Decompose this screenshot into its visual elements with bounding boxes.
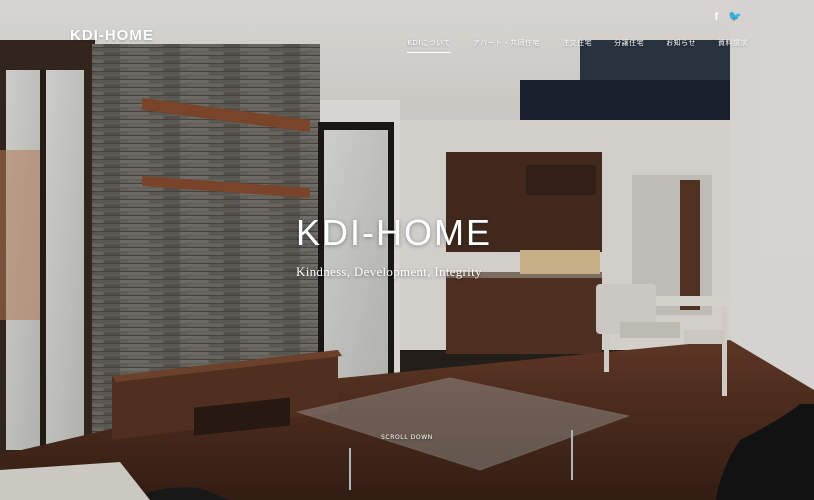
nav-link-apartment[interactable]: アパート・共同住宅 <box>473 38 540 52</box>
nav-item-about: KDIについて <box>407 30 451 53</box>
nav-item-apartment: アパート・共同住宅 <box>473 30 540 53</box>
nav-item-brochure: 資料請求 <box>718 30 748 53</box>
nav-link-for-sale[interactable]: 分譲住宅 <box>614 38 644 52</box>
nav-item-custom-home: 注文住宅 <box>562 30 592 53</box>
hero-title: KDI-HOME <box>296 212 492 253</box>
twitter-icon[interactable]: 🐦 <box>728 11 742 23</box>
social-links: f 🐦 <box>715 11 742 23</box>
main-nav: KDIについて アパート・共同住宅 注文住宅 分譲住宅 お知らせ 資料請求 <box>407 30 748 53</box>
nav-item-news: お知らせ <box>666 30 696 53</box>
nav-link-news[interactable]: お知らせ <box>666 38 696 52</box>
facebook-icon[interactable]: f <box>715 11 719 23</box>
nav-item-for-sale: 分譲住宅 <box>614 30 644 53</box>
hero-tagline: Kindness, Development, Integrity <box>296 264 482 279</box>
nav-link-brochure[interactable]: 資料請求 <box>718 38 748 52</box>
nav-link-custom-home[interactable]: 注文住宅 <box>562 38 592 52</box>
site-logo[interactable]: KDI-HOME <box>70 27 154 44</box>
nav-link-about[interactable]: KDIについて <box>407 38 451 53</box>
scroll-down-link[interactable]: SCROLL DOWN <box>381 434 433 441</box>
